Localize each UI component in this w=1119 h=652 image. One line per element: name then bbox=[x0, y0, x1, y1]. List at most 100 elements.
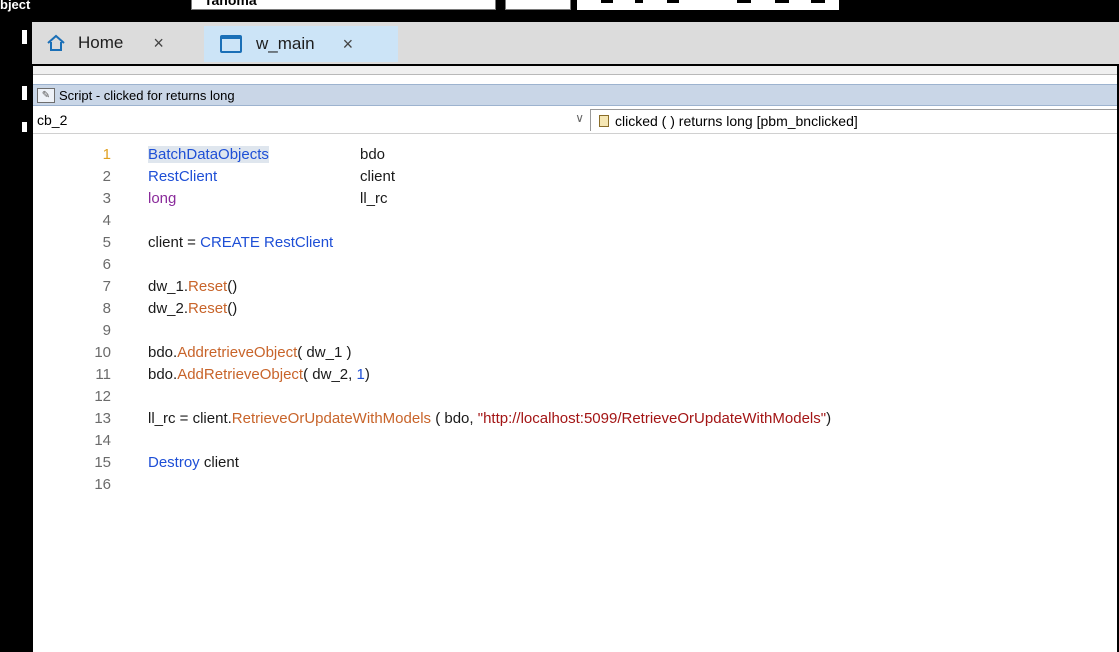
code-token: RestClient bbox=[264, 234, 334, 251]
code-line: 16 bbox=[33, 476, 1119, 498]
document-tab-bar: Home × w_main × bbox=[32, 22, 1119, 64]
font-name-value: Tahoma bbox=[204, 0, 257, 8]
script-selector-row: cb_2 ∨ clicked ( ) returns long [pbm_bnc… bbox=[33, 107, 1119, 134]
code-token: "http://localhost:5099/RetrieveOrUpdateW… bbox=[477, 410, 827, 427]
script-title-bar: ✎ Script - clicked for returns long bbox=[33, 84, 1119, 106]
align-right-icon[interactable] bbox=[811, 0, 825, 3]
line-number: 7 bbox=[102, 278, 111, 295]
code-line: 8 dw_2.Reset() bbox=[33, 300, 1119, 322]
code-line: 7 dw_1.Reset() bbox=[33, 278, 1119, 300]
font-size-combo[interactable] bbox=[505, 0, 571, 10]
object-select-value: cb_2 bbox=[37, 112, 68, 128]
code-line: 4 bbox=[33, 212, 1119, 234]
code-line: 5 client = CREATE RestClient bbox=[33, 234, 1119, 256]
line-number: 9 bbox=[102, 322, 111, 339]
event-select[interactable]: clicked ( ) returns long [pbm_bnclicked] bbox=[590, 109, 1119, 131]
line-number: 8 bbox=[102, 300, 111, 317]
code-token: ll_rc bbox=[360, 190, 388, 207]
event-select-value: clicked ( ) returns long [pbm_bnclicked] bbox=[615, 112, 858, 129]
close-icon[interactable]: × bbox=[153, 33, 164, 54]
code-token: Reset bbox=[188, 278, 228, 295]
line-number: 13 bbox=[94, 410, 111, 427]
underline-icon[interactable] bbox=[667, 0, 679, 3]
line-number: 3 bbox=[102, 190, 111, 207]
code-token: AddretrieveObject bbox=[177, 344, 298, 361]
code-line: 14 bbox=[33, 432, 1119, 454]
line-number: 1 bbox=[102, 146, 111, 163]
line-number: 10 bbox=[94, 344, 111, 361]
line-number: 11 bbox=[95, 366, 111, 383]
tab-home-label: Home bbox=[78, 33, 124, 52]
code-text: ll_rc = client.RetrieveOrUpdateWithModel… bbox=[148, 410, 831, 427]
code-token: bdo. bbox=[148, 344, 178, 361]
code-editor[interactable]: 1 BatchDataObjects bdo 2 RestClient clie… bbox=[33, 146, 1119, 646]
code-token: client bbox=[360, 168, 396, 185]
code-token: BatchDataObjects bbox=[148, 146, 269, 163]
code-token: ( dw_2, bbox=[303, 366, 357, 383]
code-text: bdo.AddRetrieveObject( dw_2, 1) bbox=[148, 366, 370, 383]
event-icon bbox=[599, 114, 609, 127]
panel-divider bbox=[33, 66, 1119, 75]
window-icon bbox=[220, 35, 242, 53]
code-line: 1 BatchDataObjects bdo bbox=[33, 146, 1119, 168]
align-center-icon[interactable] bbox=[775, 0, 789, 3]
code-line: 11 bdo.AddRetrieveObject( dw_2, 1) bbox=[33, 366, 1119, 388]
format-toolbar: bject Tahoma bbox=[0, 0, 1119, 14]
line-number: 16 bbox=[94, 476, 111, 493]
line-number: 15 bbox=[94, 454, 111, 471]
italic-icon[interactable] bbox=[635, 0, 643, 3]
script-icon: ✎ bbox=[37, 87, 55, 103]
code-token: ) bbox=[826, 410, 832, 427]
align-left-icon[interactable] bbox=[737, 0, 751, 3]
code-line: 2 RestClient client bbox=[33, 168, 1119, 190]
code-token: () bbox=[227, 300, 238, 317]
code-token: ( dw_1 ) bbox=[297, 344, 352, 361]
bold-icon[interactable] bbox=[601, 0, 613, 3]
code-token: bdo. bbox=[148, 366, 178, 383]
code-token: ll_rc = client. bbox=[148, 410, 232, 427]
code-line: 6 bbox=[33, 256, 1119, 278]
code-token: RetrieveOrUpdateWithModels bbox=[231, 410, 432, 427]
close-icon[interactable]: × bbox=[343, 34, 354, 55]
code-token: CREATE bbox=[200, 234, 260, 251]
line-number: 14 bbox=[94, 432, 111, 449]
script-editor-panel: ✎ Script - clicked for returns long cb_2… bbox=[33, 66, 1119, 652]
left-panel-edge bbox=[0, 22, 32, 652]
code-token: Destroy bbox=[148, 454, 200, 471]
code-token: ) bbox=[364, 366, 370, 383]
code-token: Reset bbox=[188, 300, 228, 317]
line-number: 6 bbox=[102, 256, 111, 273]
code-token: bdo bbox=[360, 146, 386, 163]
code-token: AddRetrieveObject bbox=[177, 366, 304, 383]
code-token: long bbox=[148, 190, 177, 207]
line-number: 4 bbox=[102, 212, 111, 229]
code-line: 10 bdo.AddretrieveObject( dw_1 ) bbox=[33, 344, 1119, 366]
code-text: dw_2.Reset() bbox=[148, 300, 237, 317]
home-icon bbox=[47, 34, 65, 51]
code-line: 15 Destroy client bbox=[33, 454, 1119, 476]
format-buttons[interactable] bbox=[577, 0, 839, 10]
code-line: 3 long ll_rc bbox=[33, 190, 1119, 212]
code-token: () bbox=[227, 278, 238, 295]
code-token: 1 bbox=[356, 366, 365, 383]
line-number: 2 bbox=[102, 168, 111, 185]
code-line: 9 bbox=[33, 322, 1119, 344]
font-name-combo[interactable]: Tahoma bbox=[191, 0, 496, 10]
tab-w-main-label: w_main bbox=[256, 34, 315, 53]
code-line: 12 bbox=[33, 388, 1119, 410]
tab-home[interactable]: Home × bbox=[46, 28, 164, 58]
code-text: Destroy client bbox=[148, 454, 239, 471]
code-text: client = CREATE RestClient bbox=[148, 234, 333, 251]
script-title: Script - clicked for returns long bbox=[59, 87, 235, 103]
line-number: 12 bbox=[94, 388, 111, 405]
code-token: dw_2. bbox=[148, 300, 189, 317]
chevron-down-icon[interactable]: ∨ bbox=[575, 111, 584, 125]
code-token: RestClient bbox=[148, 168, 218, 185]
code-line: 13 ll_rc = client.RetrieveOrUpdateWithMo… bbox=[33, 410, 1119, 432]
line-number: 5 bbox=[102, 234, 111, 251]
object-select[interactable]: cb_2 ∨ bbox=[33, 109, 585, 131]
tab-w-main[interactable]: w_main × bbox=[204, 26, 398, 62]
code-token: ( bdo, bbox=[431, 410, 478, 427]
code-token: dw_1. bbox=[148, 278, 189, 295]
code-token: client = bbox=[148, 234, 201, 251]
